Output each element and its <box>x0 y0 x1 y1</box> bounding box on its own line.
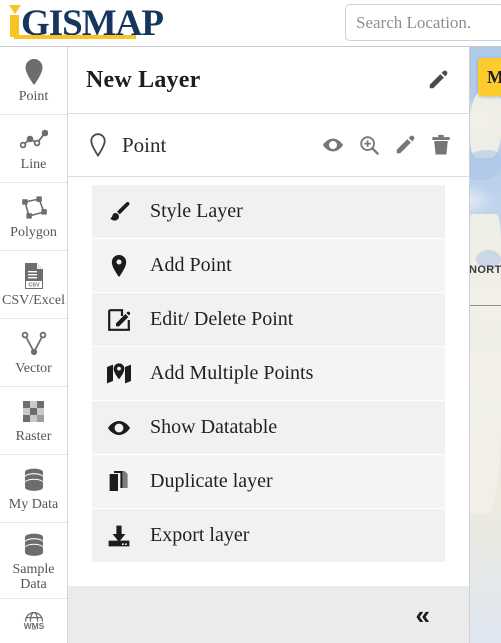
layer-panel: New Layer Point Style Layer Add Point Ed… <box>68 47 470 643</box>
layer-name: Point <box>122 132 167 157</box>
sidebar-item-label: CSV/Excel <box>2 293 65 308</box>
sidebar-item-polygon[interactable]: Polygon <box>0 183 67 251</box>
database-icon <box>19 465 49 495</box>
sidebar-item-label: Raster <box>15 429 52 444</box>
menu-item-add-point[interactable]: Add Point <box>92 239 445 293</box>
database-icon <box>19 530 49 560</box>
sidebar-item-line[interactable]: Line <box>0 115 67 183</box>
edit-layer-name-button[interactable] <box>425 67 451 93</box>
polygon-icon <box>19 193 49 223</box>
sidebar-item-point[interactable]: Point <box>0 47 67 115</box>
sidebar-item-label: Point <box>18 89 49 104</box>
logo-underline <box>14 35 136 39</box>
collapse-panel-button[interactable]: « <box>416 602 431 628</box>
menu-item-style-layer[interactable]: Style Layer <box>92 185 445 239</box>
map-pin-icon <box>19 57 49 87</box>
menu-item-duplicate-layer[interactable]: Duplicate layer <box>92 455 445 509</box>
menu-item-edit-delete-point[interactable]: Edit/ Delete Point <box>92 293 445 347</box>
vector-icon <box>19 329 49 359</box>
sidebar-item-label: Sample Data <box>12 561 55 592</box>
panel-footer: « <box>68 585 469 643</box>
sidebar-item-label: My Data <box>8 497 59 512</box>
map-ocean-label: NORT <box>469 264 501 276</box>
svg-text:CSV: CSV <box>28 283 39 289</box>
raster-grid-icon <box>19 397 49 427</box>
page-title: New Layer <box>86 66 201 93</box>
sidebar-item-csv-excel[interactable]: CSV CSV/Excel <box>0 251 67 319</box>
globe-wms-icon: WMS <box>19 609 49 639</box>
sidebar-item-my-data[interactable]: My Data <box>0 455 67 523</box>
svg-text:WMS: WMS <box>23 621 44 631</box>
app-logo[interactable]: GISMAP <box>6 1 164 42</box>
map-action-button[interactable]: M <box>478 58 501 96</box>
pencil-square-icon <box>106 307 132 333</box>
sidebar-item-vector[interactable]: Vector <box>0 319 67 387</box>
sidebar-item-label: Vector <box>15 361 52 376</box>
top-bar: GISMAP <box>0 0 501 47</box>
eye-icon <box>106 415 132 441</box>
layer-actions <box>321 133 453 157</box>
search-input[interactable] <box>345 4 501 41</box>
map-points-icon <box>106 361 132 387</box>
magnifier-plus-icon[interactable] <box>357 133 381 157</box>
menu-item-label: Duplicate layer <box>150 470 273 492</box>
pencil-icon[interactable] <box>393 133 417 157</box>
paintbrush-icon <box>106 199 132 225</box>
tool-sidebar: Point Line Polygon CSV CSV/Excel Vector … <box>0 47 68 643</box>
gis-application: NORT M GISMAP Point <box>0 0 501 643</box>
menu-item-label: Show Datatable <box>150 416 278 438</box>
menu-item-label: Add Point <box>150 254 232 276</box>
copy-icon <box>106 469 132 495</box>
sidebar-item-label: Polygon <box>10 225 57 240</box>
menu-item-label: Add Multiple Points <box>150 362 314 384</box>
eye-icon[interactable] <box>321 133 345 157</box>
menu-item-add-multiple-points[interactable]: Add Multiple Points <box>92 347 445 401</box>
menu-item-show-datatable[interactable]: Show Datatable <box>92 401 445 455</box>
polyline-icon <box>19 125 49 155</box>
menu-item-export-layer[interactable]: Export layer <box>92 509 445 563</box>
map-landmass <box>470 88 501 158</box>
panel-header: New Layer <box>68 47 469 114</box>
map-pin-icon <box>86 133 110 157</box>
sidebar-item-wms[interactable]: WMS WMS <box>0 599 67 643</box>
menu-item-label: Edit/ Delete Point <box>150 308 294 330</box>
map-pin-icon <box>106 253 132 279</box>
menu-item-label: Export layer <box>150 524 250 546</box>
menu-item-label: Style Layer <box>150 200 243 222</box>
layer-action-menu: Style Layer Add Point Edit/ Delete Point… <box>68 177 469 585</box>
trash-icon[interactable] <box>429 133 453 157</box>
download-icon <box>106 523 132 549</box>
csv-file-icon: CSV <box>19 261 49 291</box>
sidebar-item-sample-data[interactable]: Sample Data <box>0 523 67 599</box>
sidebar-item-label: Line <box>20 157 47 172</box>
layer-row-point[interactable]: Point <box>68 114 469 177</box>
sidebar-item-raster[interactable]: Raster <box>0 387 67 455</box>
